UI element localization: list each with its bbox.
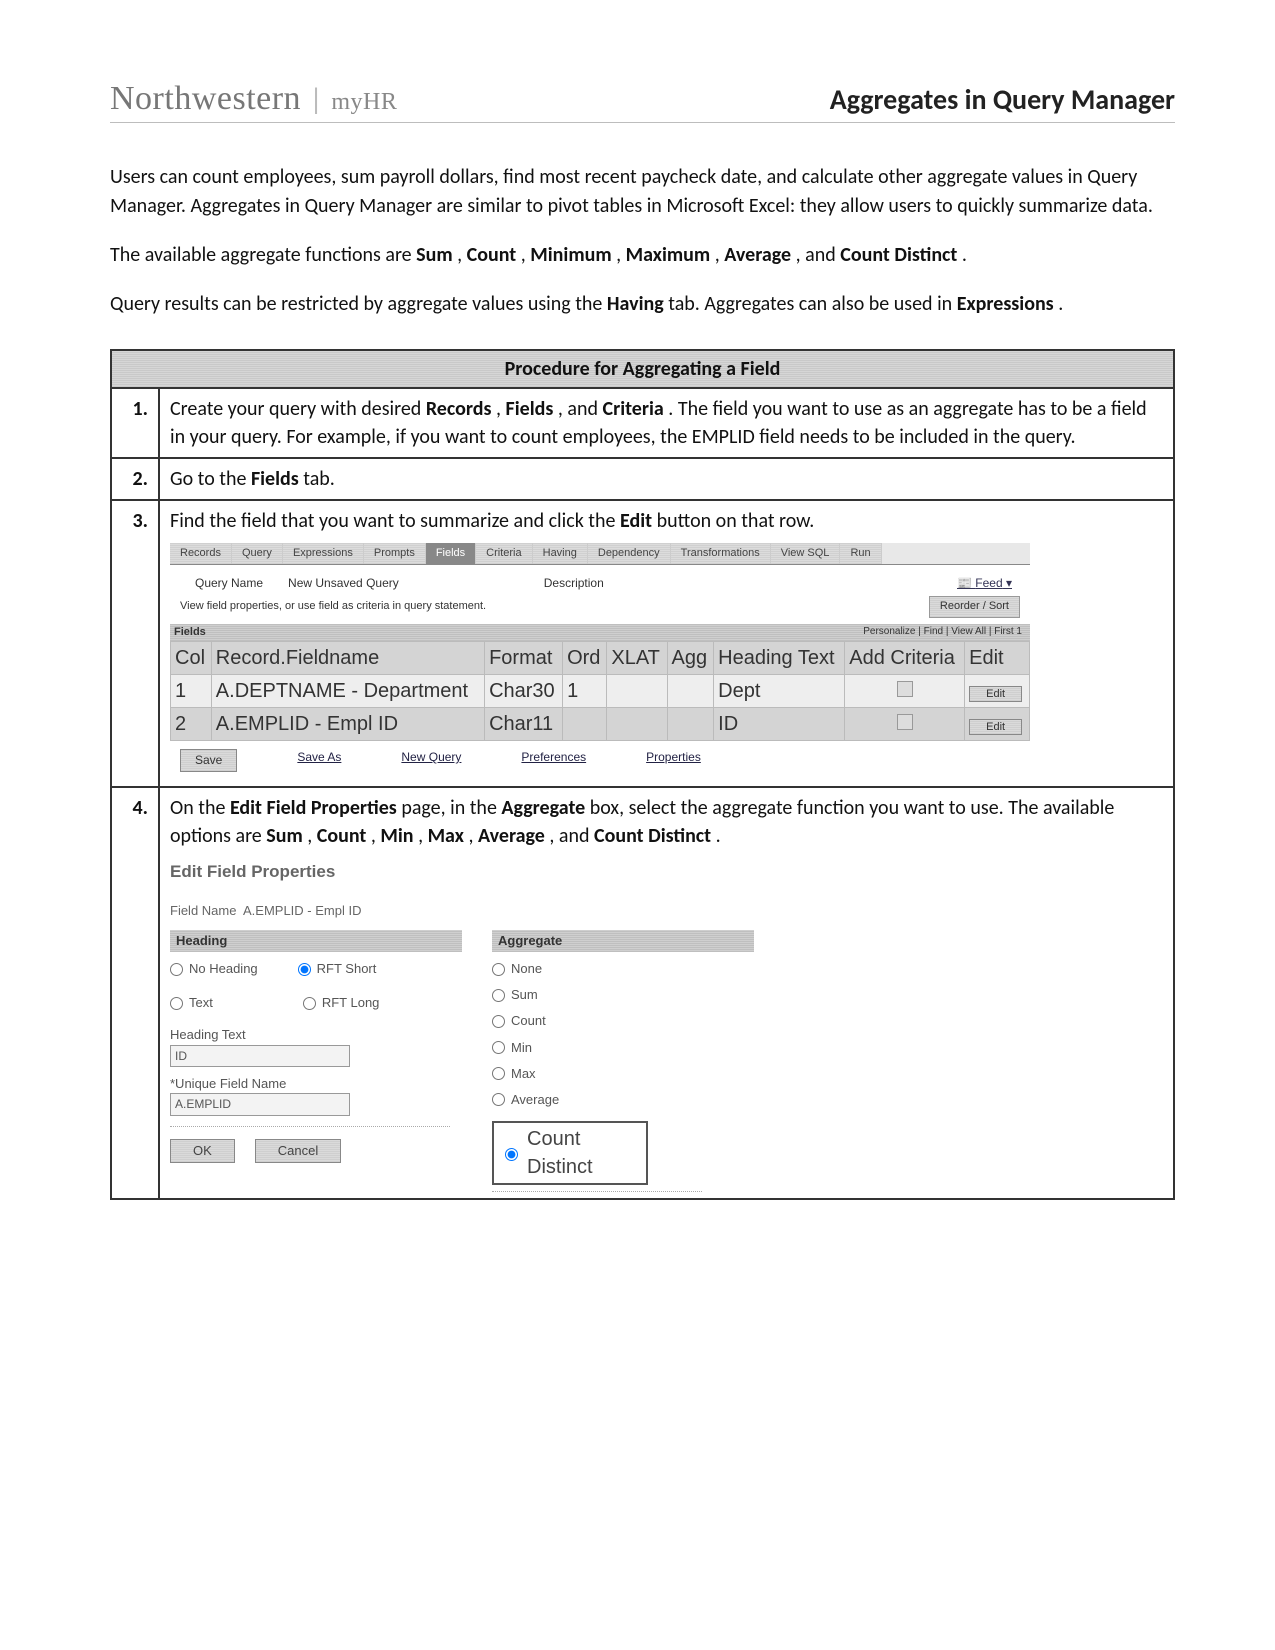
tab-records[interactable]: Records [170, 543, 232, 564]
feed-link[interactable]: 📰 Feed ▾ [957, 575, 1012, 592]
brand-separator: | [309, 81, 323, 118]
tab-bar: RecordsQueryExpressionsPromptsFieldsCrit… [170, 543, 1030, 565]
aggregate-panel-header: Aggregate [492, 930, 754, 952]
query-name-row: Query Name New Unsaved Query Description… [170, 565, 1030, 592]
header-bar: Northwestern | myHR Aggregates in Query … [110, 80, 1175, 123]
intro-text: Users can count employees, sum payroll d… [110, 163, 1175, 319]
properties-link[interactable]: Properties [646, 749, 701, 772]
fields-band: Fields Personalize | Find | View All | F… [170, 624, 1030, 641]
table-row: 2A.EMPLID - Empl IDChar11IDEdit [171, 707, 1030, 740]
aggregate-radio-none[interactable]: None [492, 960, 702, 978]
step-number: 1. [111, 388, 159, 458]
column-header: Heading Text [714, 641, 845, 674]
step-text: Go to the Fields tab. [159, 458, 1174, 500]
step-number: 2. [111, 458, 159, 500]
new-query-link[interactable]: New Query [401, 749, 461, 772]
edit-button[interactable]: Edit [969, 686, 1022, 702]
brand-main: Northwestern [110, 80, 301, 118]
step-number: 3. [111, 500, 159, 787]
fields-tab-screenshot: RecordsQueryExpressionsPromptsFieldsCrit… [170, 543, 1030, 780]
aggregate-radio-sum[interactable]: Sum [492, 986, 702, 1004]
page-title: Aggregates in Query Manager [830, 82, 1175, 117]
column-header: Ord [563, 641, 607, 674]
column-header: Agg [667, 641, 714, 674]
aggregate-panel: Aggregate None Sum Count Min Max Average… [492, 930, 754, 1192]
aggregate-radio-max[interactable]: Max [492, 1065, 702, 1083]
step-text: On the Edit Field Properties page, in th… [159, 787, 1174, 1199]
add-criteria-icon[interactable] [897, 681, 913, 697]
fields-grid: ColRecord.FieldnameFormatOrdXLATAggHeadi… [170, 641, 1030, 741]
brand: Northwestern | myHR [110, 80, 397, 118]
heading-radio-text[interactable]: Text [170, 994, 213, 1012]
document-page: Northwestern | myHR Aggregates in Query … [0, 0, 1275, 1260]
table-row: 2. Go to the Fields tab. [111, 458, 1174, 500]
reorder-sort-button[interactable]: Reorder / Sort [929, 596, 1020, 617]
cancel-button[interactable]: Cancel [255, 1139, 341, 1163]
grid-toolbar[interactable]: Personalize | Find | View All | First 1 [863, 625, 1026, 639]
edit-field-properties-screenshot: Edit Field Properties Field Name A.EMPLI… [170, 860, 790, 1192]
query-name-label: Query Name [195, 575, 263, 592]
save-as-link[interactable]: Save As [297, 749, 341, 772]
tab-transformations[interactable]: Transformations [671, 543, 771, 564]
heading-panel-header: Heading [170, 930, 462, 952]
brand-sub: myHR [331, 89, 397, 116]
tab-fields[interactable]: Fields [426, 543, 476, 564]
table-row: 3. Find the field that you want to summa… [111, 500, 1174, 787]
tab-dependency[interactable]: Dependency [588, 543, 671, 564]
intro-paragraph-3: Query results can be restricted by aggre… [110, 290, 1175, 319]
helper-text: View field properties, or use field as c… [180, 599, 486, 614]
unique-field-label: *Unique Field Name [170, 1075, 450, 1093]
save-button[interactable]: Save [180, 749, 237, 772]
heading-radio-rft-long[interactable]: RFT Long [303, 994, 380, 1012]
aggregate-radio-count[interactable]: Count [492, 1012, 702, 1030]
heading-text-input[interactable]: ID [170, 1045, 350, 1068]
tab-prompts[interactable]: Prompts [364, 543, 426, 564]
tab-view-sql[interactable]: View SQL [771, 543, 841, 564]
edit-button[interactable]: Edit [969, 719, 1022, 735]
heading-radio-rft-short[interactable]: RFT Short [298, 960, 377, 978]
tab-expressions[interactable]: Expressions [283, 543, 364, 564]
procedure-table: Procedure for Aggregating a Field 1. Cre… [110, 349, 1175, 1200]
aggregate-radio-average[interactable]: Average [492, 1091, 702, 1109]
step-text: Create your query with desired Records ,… [159, 388, 1174, 458]
column-header: Add Criteria [845, 641, 965, 674]
helper-text-row: View field properties, or use field as c… [170, 592, 1030, 623]
ok-button[interactable]: OK [170, 1139, 235, 1163]
column-header: XLAT [607, 641, 667, 674]
table-row: 1. Create your query with desired Record… [111, 388, 1174, 458]
description-label: Description [544, 575, 604, 592]
bottom-action-bar: Save Save As New Query Preferences Prope… [170, 741, 1030, 780]
aggregate-radio-count-distinct[interactable]: Count Distinct [492, 1121, 648, 1185]
efp-field-row: Field Name A.EMPLID - Empl ID [170, 902, 790, 920]
column-header: Format [485, 641, 563, 674]
query-name-value: New Unsaved Query [288, 575, 399, 592]
column-header: Edit [965, 641, 1030, 674]
step-number: 4. [111, 787, 159, 1199]
table-row: 1A.DEPTNAME - DepartmentChar301DeptEdit [171, 674, 1030, 707]
heading-panel: Heading No Heading RFT Short Text RFT Lo… [170, 930, 462, 1164]
tab-query[interactable]: Query [232, 543, 283, 564]
column-header: Col [171, 641, 212, 674]
table-row: 4. On the Edit Field Properties page, in… [111, 787, 1174, 1199]
heading-text-label: Heading Text [170, 1026, 450, 1044]
preferences-link[interactable]: Preferences [521, 749, 586, 772]
heading-radio-no-heading[interactable]: No Heading [170, 960, 258, 978]
add-criteria-icon[interactable] [897, 714, 913, 730]
efp-title: Edit Field Properties [170, 860, 790, 884]
intro-paragraph-1: Users can count employees, sum payroll d… [110, 163, 1175, 221]
step-text: Find the field that you want to summariz… [159, 500, 1174, 787]
column-header: Record.Fieldname [211, 641, 484, 674]
efp-panels: Heading No Heading RFT Short Text RFT Lo… [170, 930, 790, 1192]
aggregate-radio-min[interactable]: Min [492, 1039, 702, 1057]
intro-paragraph-2: The available aggregate functions are Su… [110, 241, 1175, 270]
tab-having[interactable]: Having [533, 543, 588, 564]
unique-field-input[interactable]: A.EMPLID [170, 1093, 350, 1116]
tab-criteria[interactable]: Criteria [476, 543, 532, 564]
tab-run[interactable]: Run [840, 543, 881, 564]
procedure-title: Procedure for Aggregating a Field [111, 350, 1174, 388]
